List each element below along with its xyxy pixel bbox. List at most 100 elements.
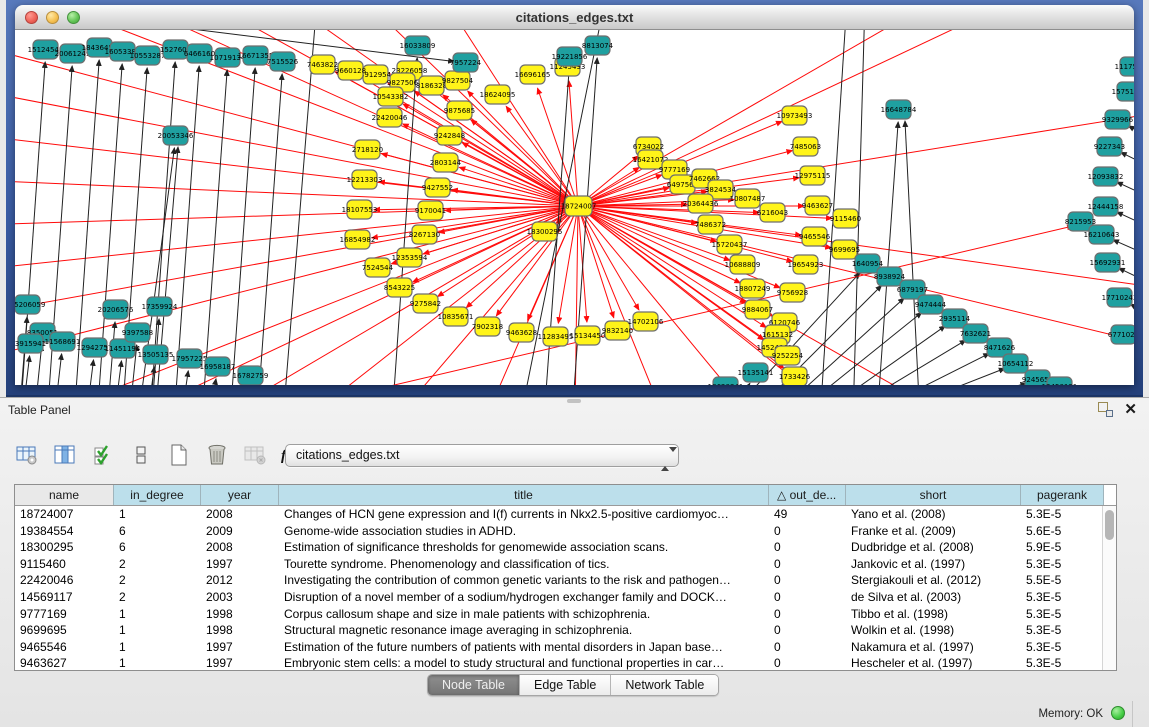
new-document-icon[interactable]	[166, 442, 192, 468]
network-node-label: 11568691	[45, 338, 81, 346]
show-columns-icon[interactable]	[52, 442, 78, 468]
table-cell: 5.5E-5	[1021, 572, 1104, 589]
network-node-label: 2935114	[939, 315, 971, 323]
network-edge	[853, 30, 865, 385]
citation-network-graph[interactable]: 8912954232260589827506818632898275041054…	[15, 30, 1134, 385]
network-node-label: 16033809	[400, 42, 436, 50]
network-edge	[578, 206, 639, 310]
table-cell: 1	[114, 655, 201, 670]
network-node-label: 19654923	[788, 261, 824, 269]
table-row[interactable]: 1830029562008Estimation of significance …	[15, 539, 1116, 556]
table-cell: 2008	[201, 506, 279, 523]
column-header-out_de[interactable]: △ out_de...	[769, 485, 846, 505]
network-edge	[74, 60, 99, 385]
network-node-label: 10973493	[777, 112, 813, 120]
network-node-label: 7485063	[790, 143, 821, 151]
table-cell: 1	[114, 622, 201, 639]
float-panel-icon[interactable]	[1098, 402, 1113, 417]
network-node-label: 9827504	[442, 77, 474, 85]
table-row[interactable]: 969969511998Structural magnetic resonanc…	[15, 622, 1116, 639]
network-edge	[895, 383, 1026, 385]
network-node-label: 10807487	[730, 195, 766, 203]
close-panel-icon[interactable]: ✕	[1124, 400, 1137, 418]
table-row[interactable]: 977716911998Corpus callosum shape and si…	[15, 606, 1116, 623]
table-row[interactable]: 946362711997Embryonic stem cells: a mode…	[15, 655, 1116, 670]
tab-network-table[interactable]: Network Table	[611, 675, 718, 695]
network-edge	[54, 354, 62, 385]
network-window-title: citations_edges.txt	[15, 10, 1134, 25]
column-header-name[interactable]: name	[15, 485, 114, 505]
table-cell: 5.3E-5	[1021, 639, 1104, 656]
table-row[interactable]: 2242004622012Investigating the contribut…	[15, 572, 1116, 589]
table-cell: 1998	[201, 606, 279, 623]
table-cell: 0	[769, 606, 846, 623]
table-cell: Changes of HCN gene expression and I(f) …	[279, 506, 769, 523]
network-node-label: 9397588	[122, 329, 153, 337]
table-panel: Table Panel ✕	[0, 397, 1149, 727]
network-node-label: 7463822	[307, 61, 338, 69]
network-canvas[interactable]: 8912954232260589827506818632898275041054…	[15, 30, 1134, 385]
table-cell: 0	[769, 622, 846, 639]
column-header-year[interactable]: year	[201, 485, 279, 505]
network-node-label: 10835671	[438, 313, 474, 321]
network-node-label: 11451194	[105, 345, 141, 353]
column-header-short[interactable]: short	[846, 485, 1021, 505]
network-desktop-pane: citations_edges.txt 89129542322605898275…	[6, 0, 1143, 397]
scrollbar-thumb[interactable]	[1105, 510, 1114, 540]
network-edge	[114, 361, 121, 385]
table-type-tabs: Node TableEdge TableNetwork Table	[427, 674, 719, 696]
memory-status-label: Memory: OK	[1038, 708, 1103, 720]
tab-edge-table[interactable]: Edge Table	[520, 675, 611, 695]
network-node-label: 1640954	[852, 260, 884, 268]
network-node-label: 3915941	[15, 340, 46, 348]
network-node-label: 12444158	[1088, 203, 1124, 211]
table-row[interactable]: 1938455462009Genome-wide association stu…	[15, 523, 1116, 540]
table-row[interactable]: 1456911722003Disruption of a novel membe…	[15, 589, 1116, 606]
network-node-label: 18724007	[561, 203, 597, 211]
network-window-titlebar[interactable]: citations_edges.txt	[15, 5, 1134, 30]
network-node-label: 16648784	[881, 106, 917, 114]
network-edge	[569, 81, 578, 206]
network-node-label: 3824534	[705, 186, 737, 194]
split-pane-handle[interactable]	[567, 399, 581, 403]
network-node-label: 8543225	[384, 284, 415, 292]
table-cell: 14569117	[15, 589, 114, 606]
table-source-select[interactable]: citations_edges.txt	[285, 444, 679, 467]
network-node-label: 20053346	[158, 132, 194, 140]
table-cell: 22420046	[15, 572, 114, 589]
network-edge	[578, 206, 780, 288]
network-edge	[857, 353, 989, 385]
memory-status-indicator-icon[interactable]	[1111, 706, 1125, 720]
network-node-label: 9832140	[602, 327, 633, 335]
network-view-window[interactable]: citations_edges.txt 89129542322605898275…	[15, 5, 1134, 385]
table-cell: 1998	[201, 622, 279, 639]
delete-rows-icon[interactable]	[204, 442, 230, 468]
network-node-label: 9329966	[1102, 116, 1134, 124]
network-node-label: 17710243	[1102, 294, 1134, 302]
network-node-label: 8813074	[582, 42, 614, 50]
table-cell: 0	[769, 523, 846, 540]
delete-table-icon[interactable]	[242, 442, 268, 468]
table-cell: 0	[769, 556, 846, 573]
network-node-label: 8215953	[1065, 218, 1096, 226]
vertical-scrollbar[interactable]	[1102, 506, 1116, 670]
table-row[interactable]: 1872400712008Changes of HCN gene express…	[15, 506, 1116, 523]
network-node-label: 13505135	[138, 351, 174, 359]
table-settings-icon[interactable]	[14, 442, 40, 468]
select-rows-icon[interactable]	[90, 442, 116, 468]
merge-tables-icon[interactable]	[128, 442, 154, 468]
table-header-row[interactable]: namein_degreeyeartitle△ out_de...shortpa…	[15, 485, 1116, 506]
network-node-label: 9227343	[1094, 143, 1125, 151]
tab-node-table[interactable]: Node Table	[428, 675, 520, 695]
table-row[interactable]: 946554611997Estimation of the future num…	[15, 639, 1116, 656]
table-cell: Yano et al. (2008)	[846, 506, 1021, 523]
table-cell: 5.6E-5	[1021, 523, 1104, 540]
network-edge	[558, 206, 578, 323]
application-window: citations_edges.txt 89129542322605898275…	[0, 0, 1149, 727]
column-header-pagerank[interactable]: pagerank	[1021, 485, 1104, 505]
table-row[interactable]: 911546021997Tourette syndrome. Phenomeno…	[15, 556, 1116, 573]
column-header-title[interactable]: title	[279, 485, 769, 505]
network-node-label: 20364436	[683, 200, 719, 208]
network-edge	[86, 360, 94, 385]
column-header-in_degree[interactable]: in_degree	[114, 485, 201, 505]
